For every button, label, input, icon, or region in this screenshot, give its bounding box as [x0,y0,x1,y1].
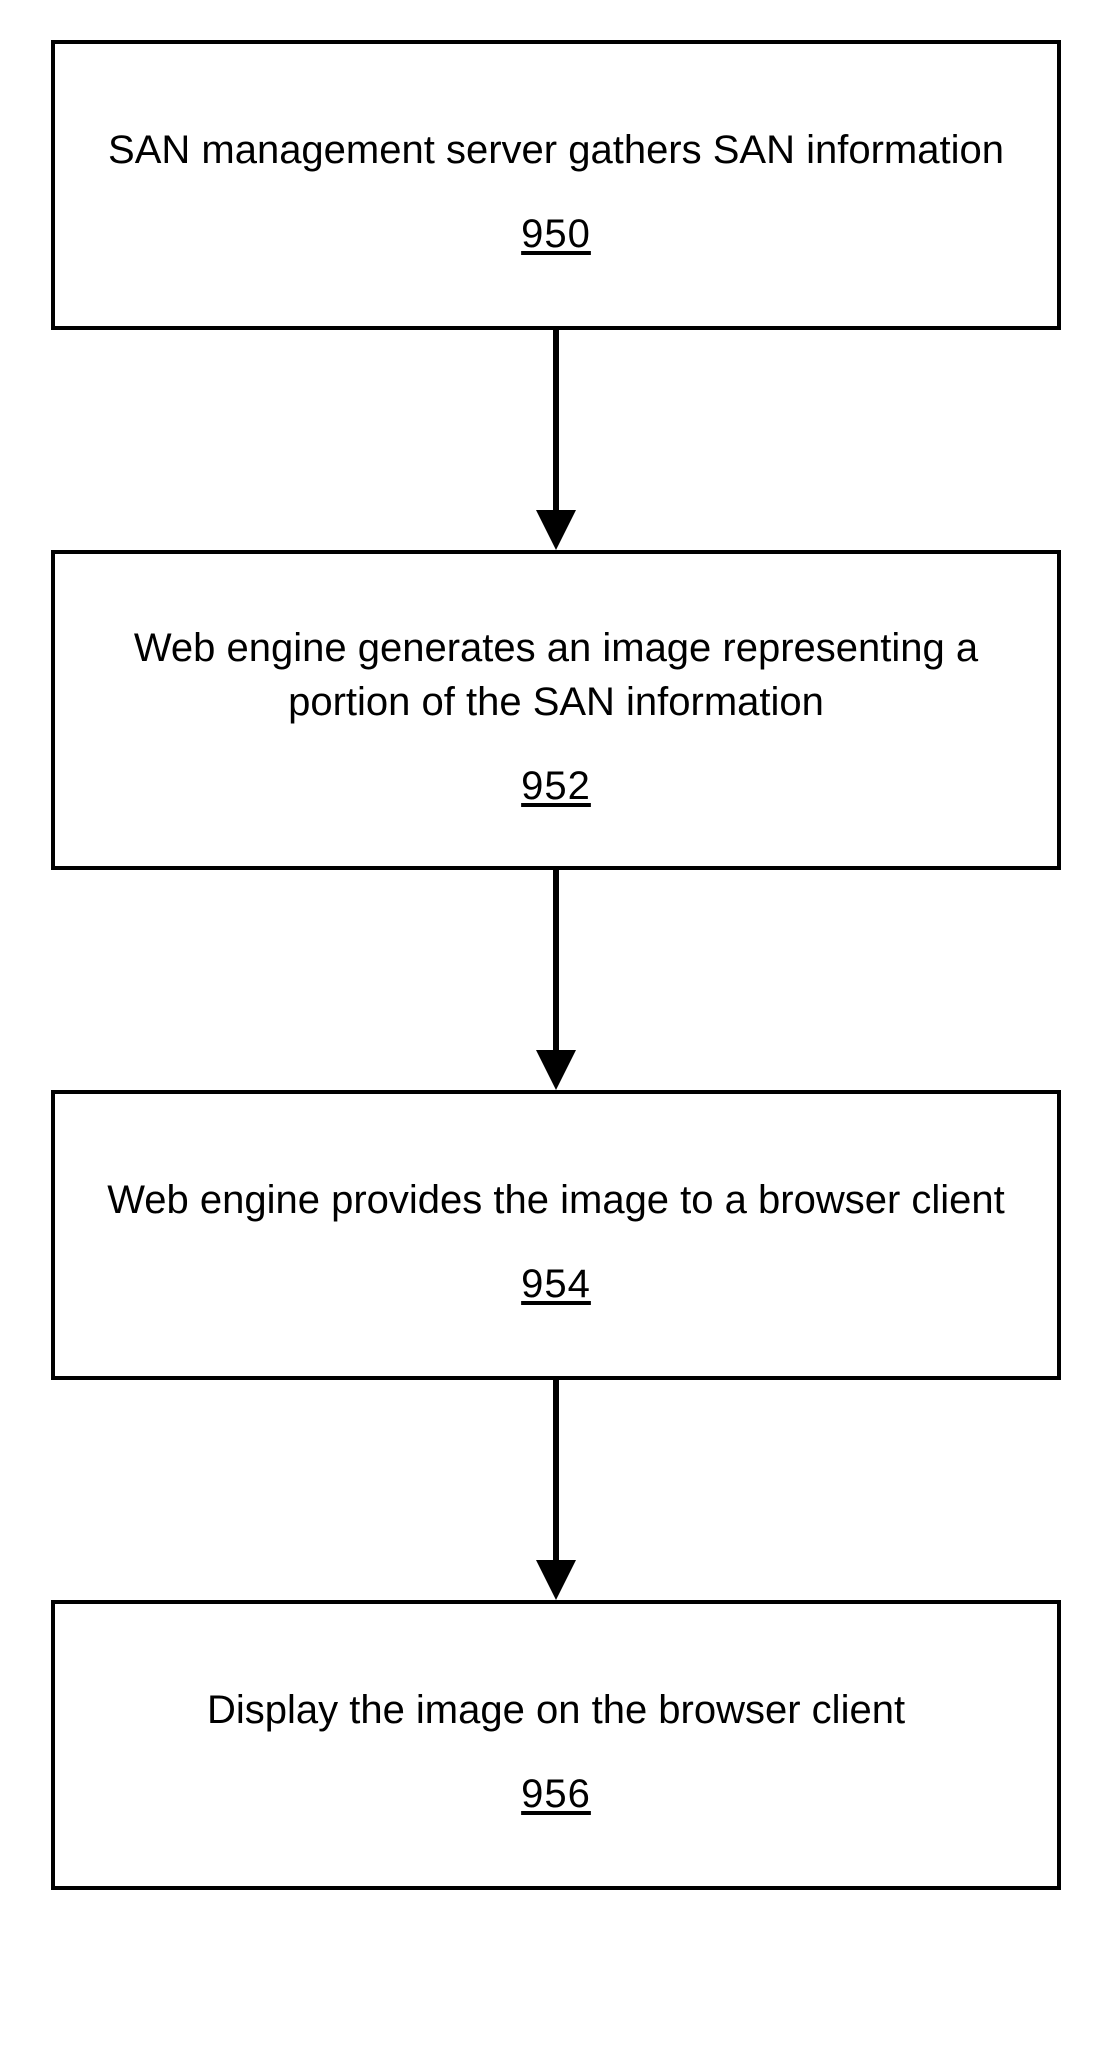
node-label: Web engine provides the image to a brows… [107,1173,1005,1227]
flowchart-arrow [526,1380,586,1600]
node-label: SAN management server gathers SAN inform… [108,123,1004,177]
flowchart-node-952: Web engine generates an image representi… [51,550,1061,870]
node-id: 956 [521,1772,591,1817]
flowchart-node-954: Web engine provides the image to a brows… [51,1090,1061,1380]
flowchart-arrow [526,870,586,1090]
node-label: Display the image on the browser client [207,1683,905,1737]
node-label: Web engine generates an image representi… [85,621,1027,729]
flowchart-node-956: Display the image on the browser client … [51,1600,1061,1890]
node-id: 950 [521,212,591,257]
node-id: 952 [521,764,591,809]
node-id: 954 [521,1262,591,1307]
flowchart-node-950: SAN management server gathers SAN inform… [51,40,1061,330]
flowchart-arrow [526,330,586,550]
flowchart-container: SAN management server gathers SAN inform… [0,40,1112,1890]
